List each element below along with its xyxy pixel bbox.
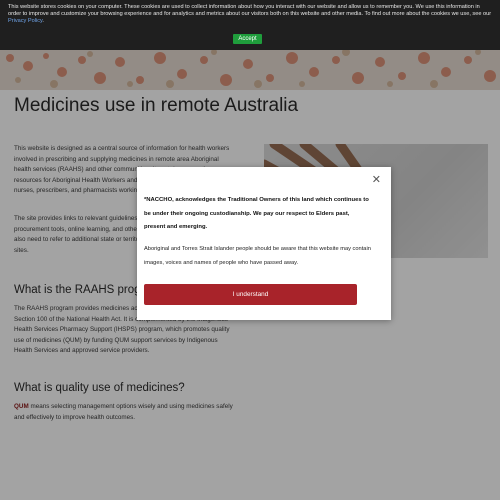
cookie-banner: This website stores cookies on your comp… — [0, 0, 500, 50]
i-understand-button[interactable]: I understand — [144, 284, 357, 305]
cookie-banner-end: . — [42, 18, 44, 24]
acknowledgement-text: *NACCHO, acknowledges the Traditional Ow… — [144, 197, 369, 230]
warning-text: Aboriginal and Torres Strait Islander pe… — [144, 246, 371, 266]
close-icon[interactable]: ✕ — [372, 175, 381, 186]
accept-cookies-button[interactable]: Accept — [233, 34, 262, 44]
privacy-policy-link[interactable]: Privacy Policy — [8, 18, 42, 24]
cookie-banner-text: This website stores cookies on your comp… — [8, 4, 492, 17]
acknowledgement-modal: ✕ *NACCHO, acknowledges the Traditional … — [137, 167, 391, 320]
